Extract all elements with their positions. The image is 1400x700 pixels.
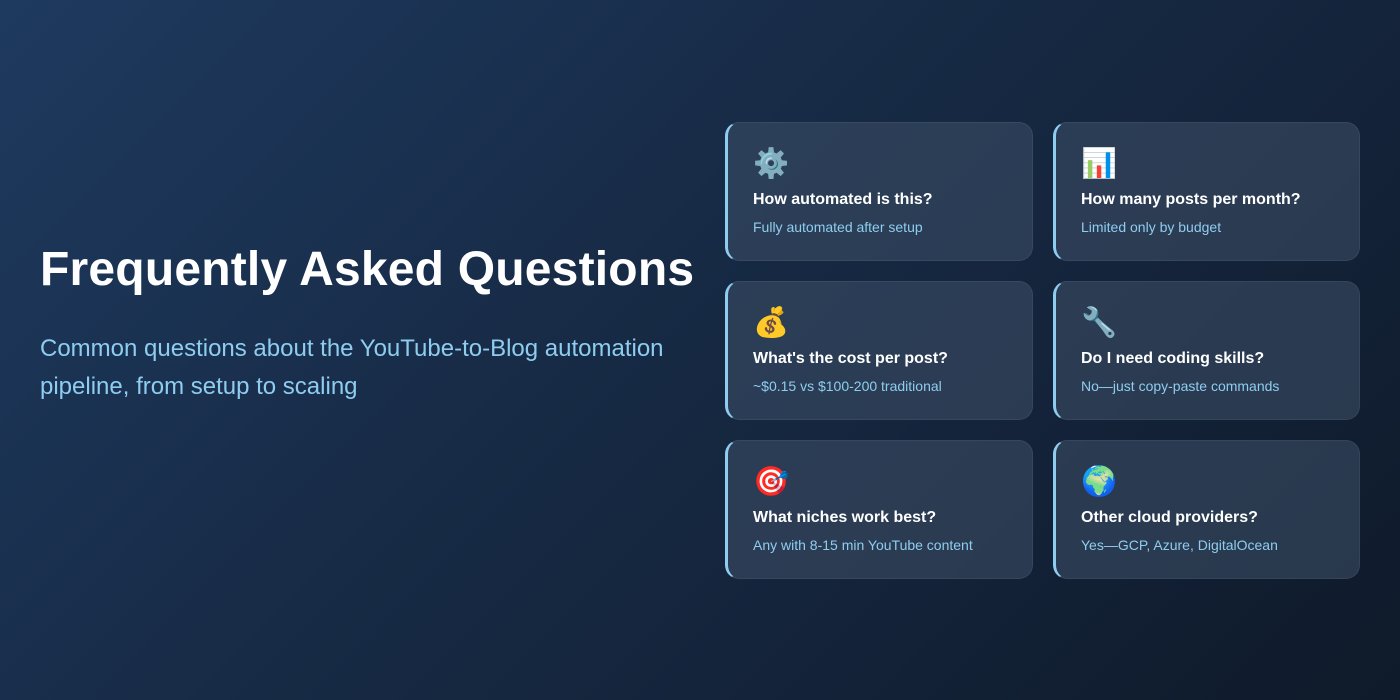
faq-answer: Limited only by budget: [1081, 219, 1222, 235]
faq-question: How many posts per month?: [1081, 191, 1301, 208]
globe-icon: 🌍: [1081, 466, 1118, 498]
faq-question: Do I need coding skills?: [1081, 350, 1265, 367]
money-bag-icon: 💰: [753, 307, 790, 339]
faq-card-niches[interactable]: 🎯 What niches work best? Any with 8-15 m…: [725, 440, 1033, 579]
faq-question: How automated is this?: [753, 191, 933, 208]
target-icon: 🎯: [753, 466, 790, 498]
faq-card-posts-per-month[interactable]: 📊 How many posts per month? Limited only…: [1053, 122, 1360, 261]
faq-answer: No—just copy-paste commands: [1081, 378, 1280, 394]
faq-answer: Fully automated after setup: [753, 219, 923, 235]
faq-question: What niches work best?: [753, 509, 937, 526]
hero-section: Frequently Asked Questions Common questi…: [40, 242, 700, 406]
wrench-icon: 🔧: [1081, 307, 1118, 339]
faq-question: Other cloud providers?: [1081, 509, 1258, 526]
faq-card-cloud-providers[interactable]: 🌍 Other cloud providers? Yes—GCP, Azure,…: [1053, 440, 1360, 579]
faq-card-cost[interactable]: 💰 What's the cost per post? ~$0.15 vs $1…: [725, 281, 1033, 420]
faq-answer: Any with 8-15 min YouTube content: [753, 537, 973, 553]
page-title: Frequently Asked Questions: [40, 243, 695, 296]
faq-answer: ~$0.15 vs $100-200 traditional: [753, 378, 942, 394]
bar-chart-icon: 📊: [1081, 148, 1118, 180]
faq-question: What's the cost per post?: [753, 350, 948, 367]
faq-grid: ⚙️ How automated is this? Fully automate…: [725, 122, 1360, 579]
page-subtitle: Common questions about the YouTube-to-Bl…: [40, 335, 664, 400]
faq-card-automation[interactable]: ⚙️ How automated is this? Fully automate…: [725, 122, 1033, 261]
faq-answer: Yes—GCP, Azure, DigitalOcean: [1081, 537, 1278, 553]
gear-icon: ⚙️: [753, 148, 790, 180]
faq-card-coding-skills[interactable]: 🔧 Do I need coding skills? No—just copy-…: [1053, 281, 1360, 420]
